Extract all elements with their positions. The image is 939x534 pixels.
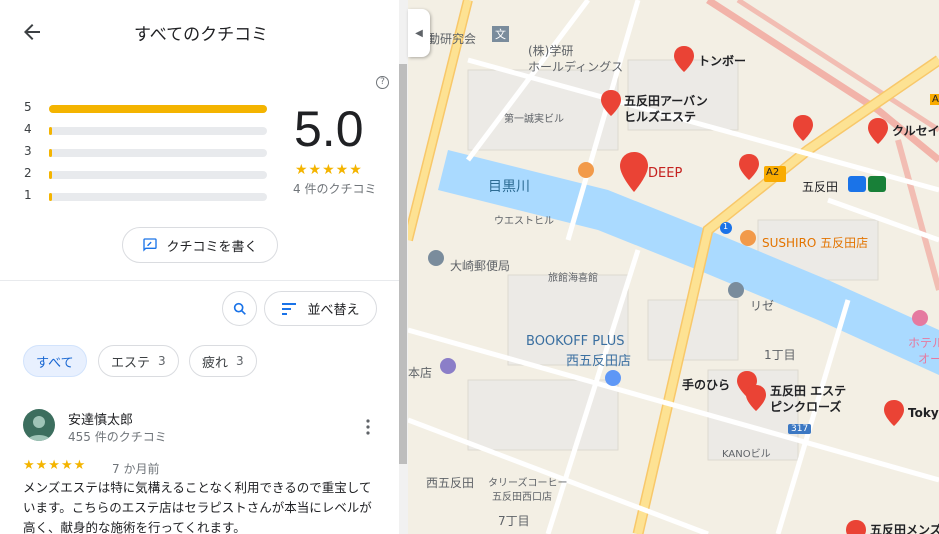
more-options-icon[interactable] <box>362 418 374 436</box>
map-label[interactable]: A <box>930 94 939 105</box>
review-count[interactable]: 4 件のクチコミ <box>293 180 376 197</box>
rating-bar-fill <box>49 171 52 179</box>
map-label[interactable]: (株)学研 <box>528 42 573 59</box>
map-label[interactable]: 大崎郵便局 <box>450 257 510 274</box>
chip-tsukare[interactable]: 疲れ 3 <box>189 345 257 377</box>
map-label[interactable]: 五反田メンズ <box>870 521 939 534</box>
rating-bar-track <box>49 193 267 201</box>
rating-bar-row: 1 <box>22 188 282 204</box>
reviewer-meta: 455 件のクチコミ <box>68 430 167 444</box>
write-review-label: クチコミを書く <box>166 239 258 255</box>
chip-label: エステ <box>111 355 151 371</box>
map-label[interactable]: 五反田アーバン <box>624 92 708 109</box>
map-label[interactable]: ウエストヒル <box>494 212 554 227</box>
map-label[interactable]: 本店 <box>408 364 432 381</box>
rating-bar-row: 5 <box>22 100 282 116</box>
map-label[interactable]: 文 <box>492 26 509 42</box>
rating-bar-label: 1 <box>24 188 32 202</box>
map-label[interactable]: 五反田西口店 <box>492 488 552 503</box>
rating-bar-label: 2 <box>24 166 32 180</box>
sort-icon <box>282 302 297 315</box>
rating-bar-track <box>49 171 267 179</box>
avatar[interactable] <box>23 409 55 441</box>
chip-all[interactable]: すべて <box>23 345 87 377</box>
average-score: 5.0 <box>294 101 364 157</box>
collapse-panel-button[interactable]: ◀ <box>408 9 430 57</box>
map-label[interactable]: トンボー <box>698 52 746 69</box>
map-label[interactable]: 1 <box>723 222 728 231</box>
map-label[interactable]: 西五反田 <box>426 474 474 491</box>
map-label[interactable]: 五反田 エステ <box>770 382 846 399</box>
rating-bar-row: 2 <box>22 166 282 182</box>
chip-label: 疲れ <box>202 355 229 371</box>
sort-label: 並べ替え <box>307 303 360 318</box>
review-time: 7 か月前 <box>112 462 160 476</box>
map-label[interactable]: 第一誠実ビル <box>504 110 564 125</box>
rating-bar-track <box>49 127 267 135</box>
panel-header: すべてのクチコミ <box>0 0 399 64</box>
rating-bar-fill <box>49 105 267 113</box>
map-label[interactable]: BOOKOFF PLUS <box>526 334 625 349</box>
section-divider <box>0 280 399 281</box>
chip-esthe[interactable]: エステ 3 <box>98 345 179 377</box>
rating-bar-label: 4 <box>24 122 32 136</box>
map-label[interactable]: 目黒川 <box>488 176 530 196</box>
map-label[interactable]: KANOビル <box>722 445 771 460</box>
chip-count: 3 <box>236 354 244 368</box>
map-label[interactable]: 旅館海喜館 <box>548 269 598 284</box>
map-label[interactable]: A2 <box>766 167 779 178</box>
map-label[interactable]: クルセイ <box>892 122 939 139</box>
review-stars: ★★★★★ <box>23 458 87 473</box>
map-label[interactable]: 五反田 <box>802 178 838 195</box>
map-label[interactable]: 動研究会 <box>428 30 476 47</box>
map-label[interactable]: タリーズコーヒー <box>488 474 568 489</box>
rating-bar-fill <box>49 127 52 135</box>
map-label[interactable]: 手のひら <box>682 376 730 393</box>
back-arrow-icon[interactable] <box>20 20 44 44</box>
map-label[interactable]: 西五反田店 <box>566 350 631 369</box>
rating-bar-fill <box>49 193 52 201</box>
map-label[interactable]: ホールディングス <box>528 58 623 75</box>
reviews-panel: すべてのクチコミ ? 5 4 3 2 1 5.0 ★★★★★ 4 件のクチコミ クチコミ… <box>0 0 408 534</box>
map-label[interactable]: ピンクローズ <box>770 398 841 415</box>
person-icon <box>27 416 51 441</box>
chevron-left-icon: ◀ <box>415 27 423 39</box>
write-review-button[interactable]: クチコミを書く <box>122 227 278 263</box>
search-icon <box>233 302 246 315</box>
map-label[interactable]: ホテル <box>908 334 939 351</box>
rating-bar-label: 3 <box>24 144 32 158</box>
map-label[interactable]: 317 <box>788 424 812 434</box>
rating-bar-fill <box>49 149 52 157</box>
rating-bar-track <box>49 105 267 113</box>
review-text: メンズエステは特に気構えることなく利用できるので重宝しています。こちらのエステ店… <box>23 480 372 534</box>
map-label[interactable]: リゼ <box>750 297 774 314</box>
map-label[interactable]: SUSHIRO 五反田店 <box>762 234 868 251</box>
reviewer-name[interactable]: 安達慎太郎 <box>68 409 133 428</box>
map-label[interactable]: 1丁目 <box>764 346 796 363</box>
page-title: すべてのクチコミ <box>134 25 269 45</box>
help-icon[interactable]: ? <box>376 76 389 89</box>
rating-bar-track <box>49 149 267 157</box>
scrollbar-thumb[interactable] <box>399 64 407 464</box>
map-label[interactable]: ヒルズエステ <box>624 108 696 125</box>
map-view[interactable]: 動研究会 文 (株)学研 ホールディングス トンボー 五反田アーバン ヒルズエス… <box>408 0 939 534</box>
rating-bar-label: 5 <box>24 100 32 114</box>
rating-bar-row: 4 <box>22 122 282 138</box>
map-label[interactable]: Tokyo <box>908 406 939 420</box>
chip-count: 3 <box>158 354 166 368</box>
map-label[interactable]: 7丁目 <box>498 512 530 529</box>
edit-review-icon <box>143 238 158 252</box>
average-stars: ★★★★★ <box>295 162 363 178</box>
chip-label: すべて <box>36 355 74 371</box>
map-label[interactable]: オーク <box>918 350 939 367</box>
map-label[interactable]: DEEP <box>648 166 682 181</box>
search-reviews-button[interactable] <box>222 291 257 326</box>
rating-bar-row: 3 <box>22 144 282 160</box>
sort-button[interactable]: 並べ替え <box>264 291 377 326</box>
